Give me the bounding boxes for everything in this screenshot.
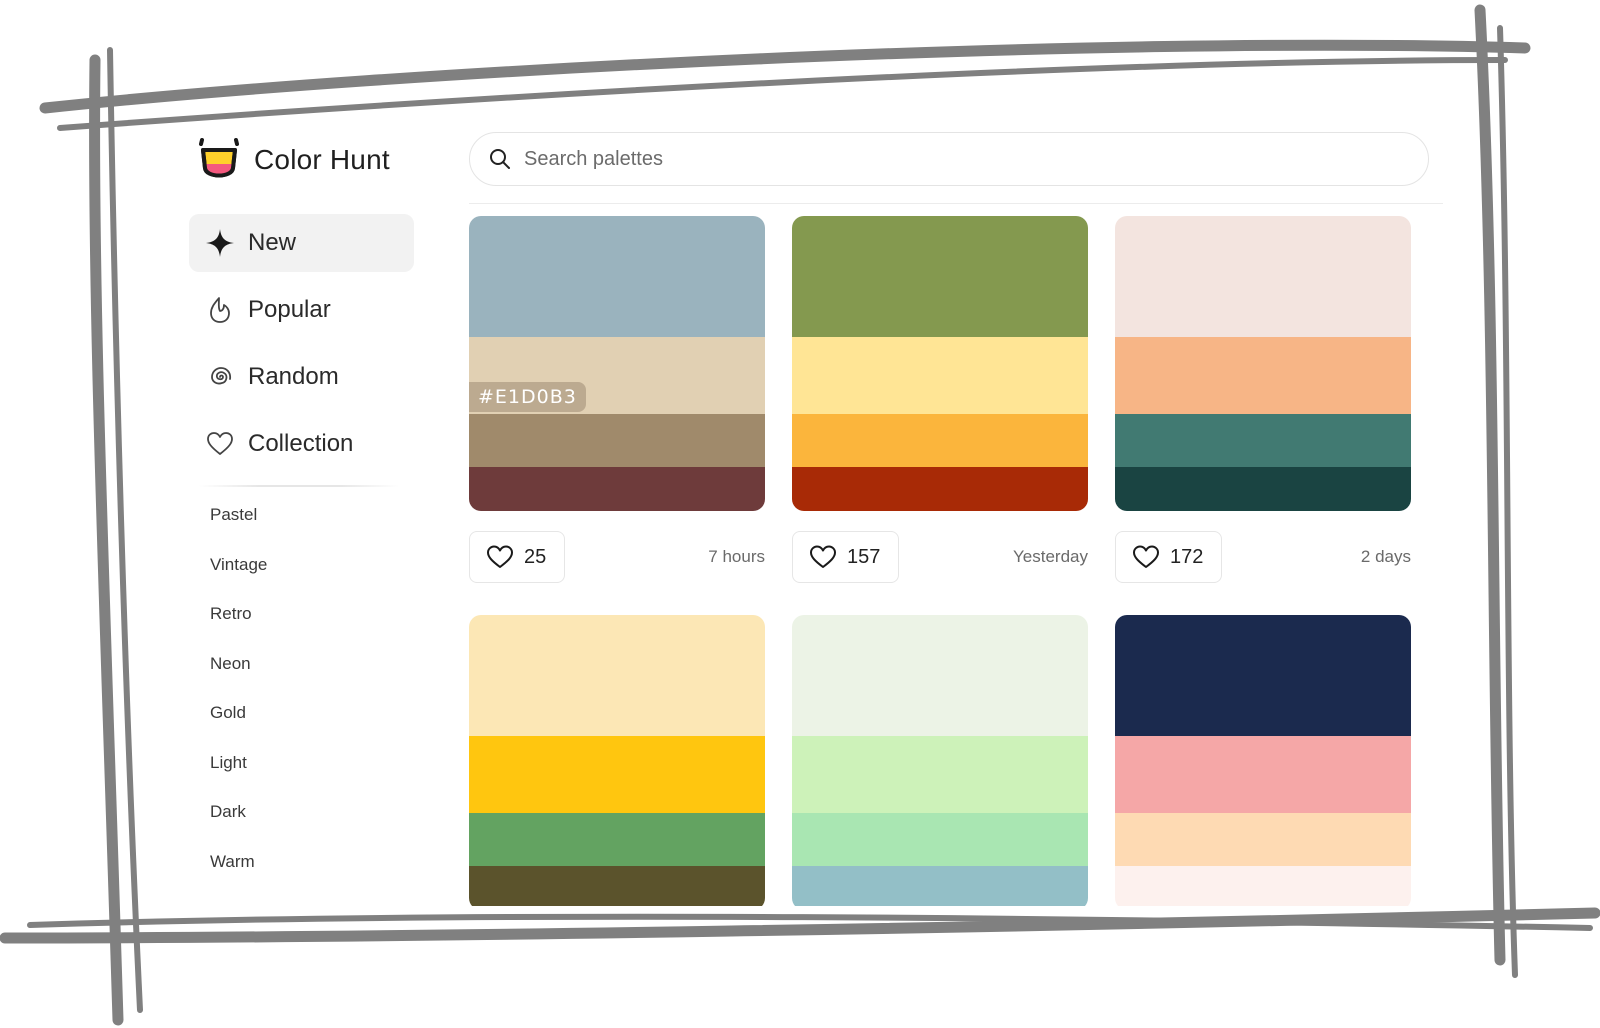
palette-meta: 25 7 hours — [469, 531, 765, 583]
swatch[interactable] — [469, 467, 765, 511]
posted-time: Yesterday — [1013, 547, 1088, 566]
swatch[interactable] — [792, 216, 1088, 337]
tag-dark[interactable]: Dark — [210, 799, 267, 849]
swatch[interactable] — [1115, 615, 1411, 736]
sidebar-nav: New Popular Random Collection — [189, 214, 414, 487]
heart-icon — [1133, 545, 1159, 568]
swatch[interactable] — [1115, 337, 1411, 414]
swatch[interactable] — [1115, 467, 1411, 511]
heart-icon — [487, 545, 513, 568]
swatch[interactable] — [792, 337, 1088, 414]
logo[interactable]: Color Hunt — [196, 134, 390, 186]
swatch[interactable] — [469, 736, 765, 813]
palette[interactable] — [1115, 615, 1411, 906]
swatch[interactable] — [469, 866, 765, 906]
swatch[interactable] — [1115, 866, 1411, 906]
nav-label-collection: Collection — [248, 430, 354, 457]
like-count: 172 — [1170, 545, 1204, 568]
nav-divider — [199, 485, 399, 487]
palette-card — [469, 615, 765, 906]
swatch[interactable] — [469, 216, 765, 337]
like-button[interactable]: 25 — [469, 531, 566, 583]
like-button[interactable]: 172 — [1115, 531, 1223, 583]
nav-item-new[interactable]: New — [189, 214, 414, 272]
tongue-cup-logo-icon — [199, 138, 239, 178]
swatch[interactable] — [792, 866, 1088, 906]
tag-pastel[interactable]: Pastel — [210, 502, 267, 552]
palette[interactable] — [792, 216, 1088, 511]
header-divider — [469, 203, 1443, 204]
like-count: 25 — [524, 545, 547, 568]
tag-vintage[interactable]: Vintage — [210, 552, 267, 602]
search-input[interactable] — [524, 147, 1384, 171]
palette-meta: 172 2 days — [1115, 531, 1411, 583]
hex-code-badge[interactable]: #E1D0B3 — [469, 382, 586, 412]
palette-card — [1115, 615, 1411, 906]
swatch[interactable] — [1115, 414, 1411, 467]
palette[interactable]: #E1D0B3 — [469, 216, 765, 511]
swatch[interactable] — [1115, 813, 1411, 866]
heart-icon — [205, 429, 235, 459]
palette[interactable] — [1115, 216, 1411, 511]
palette[interactable] — [469, 615, 765, 906]
palette[interactable] — [792, 615, 1088, 906]
swatch[interactable] — [469, 414, 765, 467]
tag-retro[interactable]: Retro — [210, 601, 267, 651]
tag-gold[interactable]: Gold — [210, 700, 267, 750]
flame-icon — [205, 295, 235, 325]
swatch[interactable] — [792, 813, 1088, 866]
nav-item-popular[interactable]: Popular — [189, 281, 414, 339]
like-button[interactable]: 157 — [792, 531, 900, 583]
palette-card: 157 Yesterday — [792, 216, 1088, 583]
nav-label-random: Random — [248, 363, 339, 390]
tag-light[interactable]: Light — [210, 750, 267, 800]
heart-icon — [810, 545, 836, 568]
swatch[interactable] — [469, 813, 765, 866]
search-icon — [490, 149, 510, 169]
posted-time: 2 days — [1360, 547, 1411, 566]
swatch[interactable] — [792, 736, 1088, 813]
nav-item-random[interactable]: Random — [189, 348, 414, 406]
swatch[interactable] — [1115, 736, 1411, 813]
like-count: 157 — [847, 545, 881, 568]
nav-label-popular: Popular — [248, 296, 331, 323]
palette-card — [792, 615, 1088, 906]
swatch[interactable] — [792, 414, 1088, 467]
palette-meta: 157 Yesterday — [792, 531, 1088, 583]
swatch[interactable] — [792, 467, 1088, 511]
palette-card: #E1D0B3 25 7 hours — [469, 216, 765, 583]
nav-item-collection[interactable]: Collection — [189, 415, 414, 473]
app-name: Color Hunt — [254, 144, 390, 175]
swatch[interactable] — [469, 615, 765, 736]
tag-warm[interactable]: Warm — [210, 849, 267, 899]
tag-list: Pastel Vintage Retro Neon Gold Light Dar… — [210, 502, 267, 898]
search-bar[interactable] — [469, 132, 1429, 186]
app-window: Color Hunt New Popular Random — [130, 110, 1460, 906]
posted-time: 7 hours — [708, 547, 765, 566]
spiral-icon — [205, 362, 235, 392]
nav-label-new: New — [248, 229, 297, 256]
palette-card: 172 2 days — [1115, 216, 1411, 583]
sparkle-icon — [205, 228, 235, 258]
swatch[interactable] — [792, 615, 1088, 736]
swatch[interactable] — [1115, 216, 1411, 337]
tag-neon[interactable]: Neon — [210, 651, 267, 701]
